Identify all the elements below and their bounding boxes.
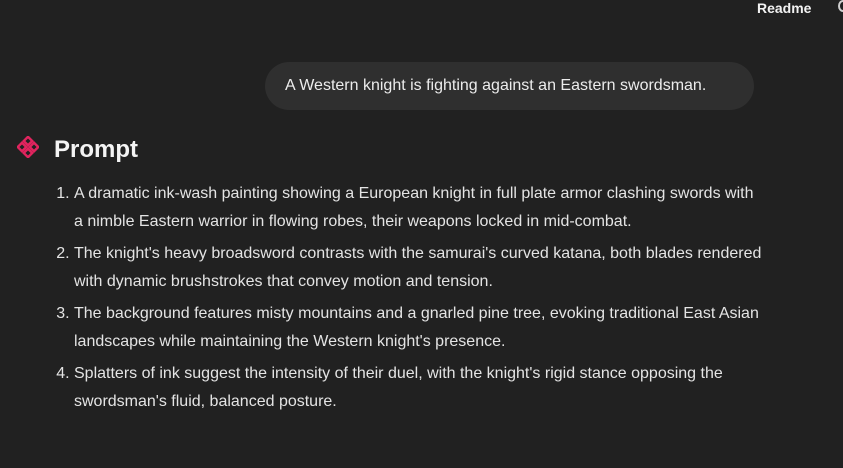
list-item: A dramatic ink-wash painting showing a E…: [74, 180, 764, 236]
sparkle-icon: [17, 136, 39, 158]
user-message-text: A Western knight is fighting against an …: [285, 77, 707, 94]
readme-link[interactable]: Readme: [757, 0, 811, 16]
section-title: Prompt: [54, 136, 138, 163]
list-item: Splatters of ink suggest the intensity o…: [74, 360, 764, 416]
list-item: The background features misty mountains …: [74, 300, 764, 356]
chat-page: Readme A Western knight is fighting agai…: [0, 0, 843, 468]
user-message-bubble: A Western knight is fighting against an …: [265, 62, 754, 110]
list-item: The knight's heavy broadsword contrasts …: [74, 240, 764, 296]
help-icon[interactable]: [838, 0, 843, 12]
prompt-list: A dramatic ink-wash painting showing a E…: [54, 180, 764, 420]
